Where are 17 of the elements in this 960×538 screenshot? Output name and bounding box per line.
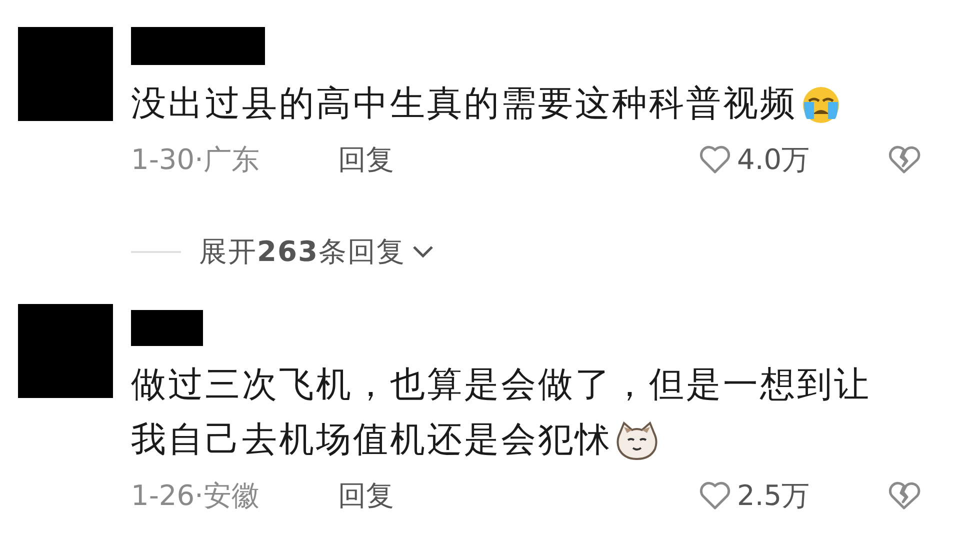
chevron-down-icon (411, 244, 436, 260)
comment-text: 没出过县的高中生真的需要这种科普视频 (131, 83, 797, 126)
broken-heart-icon[interactable] (887, 481, 921, 511)
comment-text: 我自己去机场值机还是会犯怵 (131, 419, 612, 462)
broken-heart-icon[interactable] (887, 145, 921, 175)
comment-date-location: 1-26·安徽 (131, 478, 260, 514)
heart-icon[interactable] (699, 481, 731, 511)
expand-replies-button[interactable]: 展开263条回复 (199, 231, 436, 273)
comment-date-location: 1-30·广东 (131, 142, 260, 178)
reply-link[interactable]: 回复 (338, 475, 394, 517)
reply-link[interactable]: 回复 (338, 139, 394, 181)
cat-emoji-icon (614, 420, 660, 460)
like-count: 2.5万 (737, 478, 811, 514)
heart-icon[interactable] (699, 145, 731, 175)
comment-text: 做过三次飞机，也算是会做了，但是一想到让 (131, 364, 871, 407)
like-count: 4.0万 (737, 142, 811, 178)
username-redaction (131, 310, 203, 346)
